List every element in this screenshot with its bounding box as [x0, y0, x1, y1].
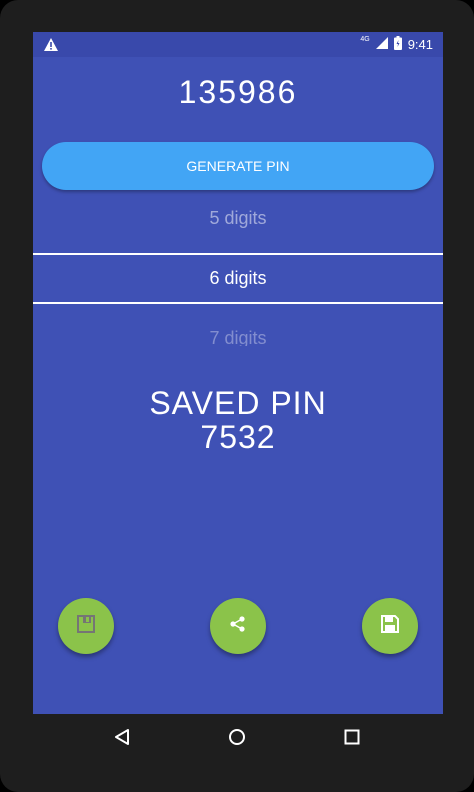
clock: 9:41 [407, 37, 433, 52]
device-frame: 4G 9:41 135986 GENERATE PIN 5 digits 6 d… [0, 0, 474, 792]
digit-picker[interactable]: 5 digits 6 digits 7 digits [33, 198, 443, 358]
battery-icon [393, 36, 402, 53]
status-right: 4G 9:41 [360, 32, 433, 57]
app-screen: 4G 9:41 135986 GENERATE PIN 5 digits 6 d… [33, 32, 443, 714]
navigation-bar [0, 714, 474, 764]
home-icon [228, 728, 246, 751]
signal-icon [375, 37, 388, 52]
picker-option-selected[interactable]: 6 digits [33, 268, 443, 289]
status-bar: 4G 9:41 [33, 32, 443, 57]
network-type: 4G [360, 36, 370, 43]
saved-pin-value: 7532 [200, 419, 276, 455]
saved-pin-title: SAVED PIN [149, 385, 327, 421]
recents-icon [344, 729, 360, 750]
share-button[interactable] [210, 598, 266, 654]
copy-button[interactable] [58, 598, 114, 654]
share-icon [229, 615, 247, 638]
picker-option-5[interactable]: 5 digits [33, 208, 443, 229]
generate-pin-button[interactable]: GENERATE PIN [42, 142, 434, 190]
saved-pin-block: SAVED PIN 7532 [33, 386, 443, 454]
picker-option-7[interactable]: 7 digits [33, 328, 443, 346]
back-button[interactable] [107, 724, 137, 754]
picker-divider-top [33, 253, 443, 255]
back-icon [113, 728, 131, 751]
copy-icon [76, 614, 96, 639]
save-icon [380, 614, 400, 639]
home-button[interactable] [222, 724, 252, 754]
save-button[interactable] [362, 598, 418, 654]
generated-pin: 135986 [178, 74, 298, 110]
warning-icon [43, 37, 59, 53]
recents-button[interactable] [337, 724, 367, 754]
picker-divider-bottom [33, 302, 443, 304]
